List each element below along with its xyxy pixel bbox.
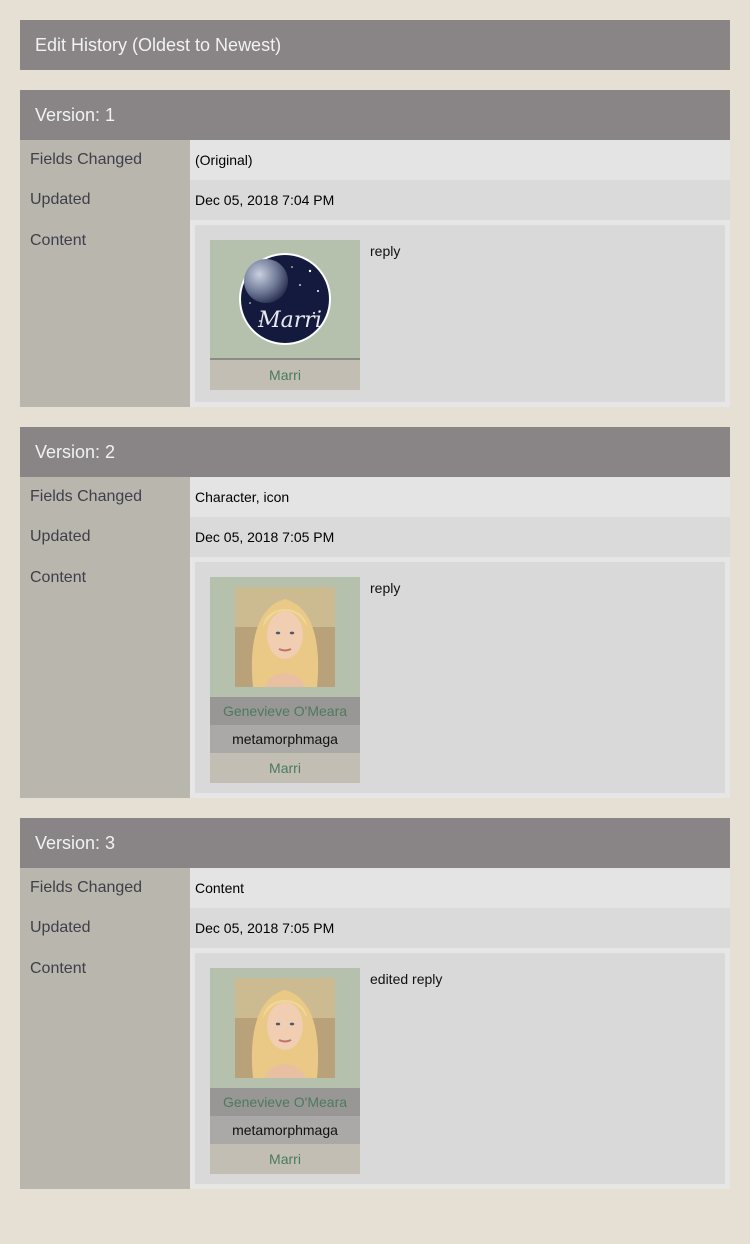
version-heading: Version: 3 bbox=[20, 818, 730, 868]
fields-changed-label: Fields Changed bbox=[20, 477, 190, 517]
content-row: Content bbox=[20, 948, 730, 1189]
post-info: Marri Marri bbox=[210, 240, 360, 390]
content-cell: Genevieve O'Meara metamorphmaga Marri ed… bbox=[190, 948, 730, 1189]
fields-changed-value: Character, icon bbox=[190, 477, 730, 517]
page-title: Edit History (Oldest to Newest) bbox=[20, 20, 730, 70]
updated-row: Updated Dec 05, 2018 7:04 PM bbox=[20, 180, 730, 220]
fields-changed-row: Fields Changed (Original) bbox=[20, 140, 730, 180]
post-info: Genevieve O'Meara metamorphmaga Marri bbox=[210, 968, 360, 1174]
updated-value: Dec 05, 2018 7:04 PM bbox=[190, 180, 730, 220]
moon-icon-image: Marri bbox=[239, 253, 331, 345]
content-row: Content bbox=[20, 220, 730, 407]
post: Marri Marri reply bbox=[195, 225, 725, 402]
updated-row: Updated Dec 05, 2018 7:05 PM bbox=[20, 517, 730, 557]
version-panel: Version: 3 Fields Changed Content Update… bbox=[20, 818, 730, 1189]
post: Genevieve O'Meara metamorphmaga Marri ed… bbox=[195, 953, 725, 1184]
updated-row: Updated Dec 05, 2018 7:05 PM bbox=[20, 908, 730, 948]
portrait-icon bbox=[235, 587, 335, 687]
character-name-link[interactable]: Genevieve O'Meara bbox=[210, 1088, 360, 1116]
post-content: reply bbox=[370, 580, 401, 596]
fields-changed-value: (Original) bbox=[190, 140, 730, 180]
moon-icon[interactable]: Marri bbox=[210, 240, 360, 360]
content-label: Content bbox=[20, 948, 190, 1189]
fields-changed-label: Fields Changed bbox=[20, 140, 190, 180]
updated-label: Updated bbox=[20, 908, 190, 948]
fields-changed-value: Content bbox=[190, 868, 730, 908]
updated-label: Updated bbox=[20, 517, 190, 557]
updated-label: Updated bbox=[20, 180, 190, 220]
fields-changed-row: Fields Changed Content bbox=[20, 868, 730, 908]
content-cell: Marri Marri reply bbox=[190, 220, 730, 407]
portrait-image bbox=[235, 978, 335, 1078]
user-name-link[interactable]: Marri bbox=[210, 753, 360, 783]
user-name-link[interactable]: Marri bbox=[210, 1144, 360, 1174]
moon-icon-lettering: Marri bbox=[257, 308, 322, 333]
screenname-label: metamorphmaga bbox=[210, 1116, 360, 1144]
version-heading: Version: 1 bbox=[20, 90, 730, 140]
character-icon[interactable] bbox=[210, 968, 360, 1088]
portrait-image bbox=[235, 587, 335, 687]
updated-value: Dec 05, 2018 7:05 PM bbox=[190, 908, 730, 948]
character-icon[interactable] bbox=[210, 577, 360, 697]
post: Genevieve O'Meara metamorphmaga Marri re… bbox=[195, 562, 725, 793]
post-info: Genevieve O'Meara metamorphmaga Marri bbox=[210, 577, 360, 783]
version-panel: Version: 2 Fields Changed Character, ico… bbox=[20, 427, 730, 798]
version-panel: Version: 1 Fields Changed (Original) Upd… bbox=[20, 90, 730, 407]
fields-changed-label: Fields Changed bbox=[20, 868, 190, 908]
version-heading: Version: 2 bbox=[20, 427, 730, 477]
user-name-link[interactable]: Marri bbox=[210, 360, 360, 390]
portrait-icon bbox=[235, 978, 335, 1078]
character-name-link[interactable]: Genevieve O'Meara bbox=[210, 697, 360, 725]
post-content: reply bbox=[370, 243, 401, 259]
updated-value: Dec 05, 2018 7:05 PM bbox=[190, 517, 730, 557]
edit-history-page: Edit History (Oldest to Newest) Version:… bbox=[0, 0, 750, 1244]
content-cell: Genevieve O'Meara metamorphmaga Marri re… bbox=[190, 557, 730, 798]
screenname-label: metamorphmaga bbox=[210, 725, 360, 753]
post-content: edited reply bbox=[370, 971, 443, 987]
fields-changed-row: Fields Changed Character, icon bbox=[20, 477, 730, 517]
content-label: Content bbox=[20, 220, 190, 407]
content-label: Content bbox=[20, 557, 190, 798]
content-row: Content bbox=[20, 557, 730, 798]
